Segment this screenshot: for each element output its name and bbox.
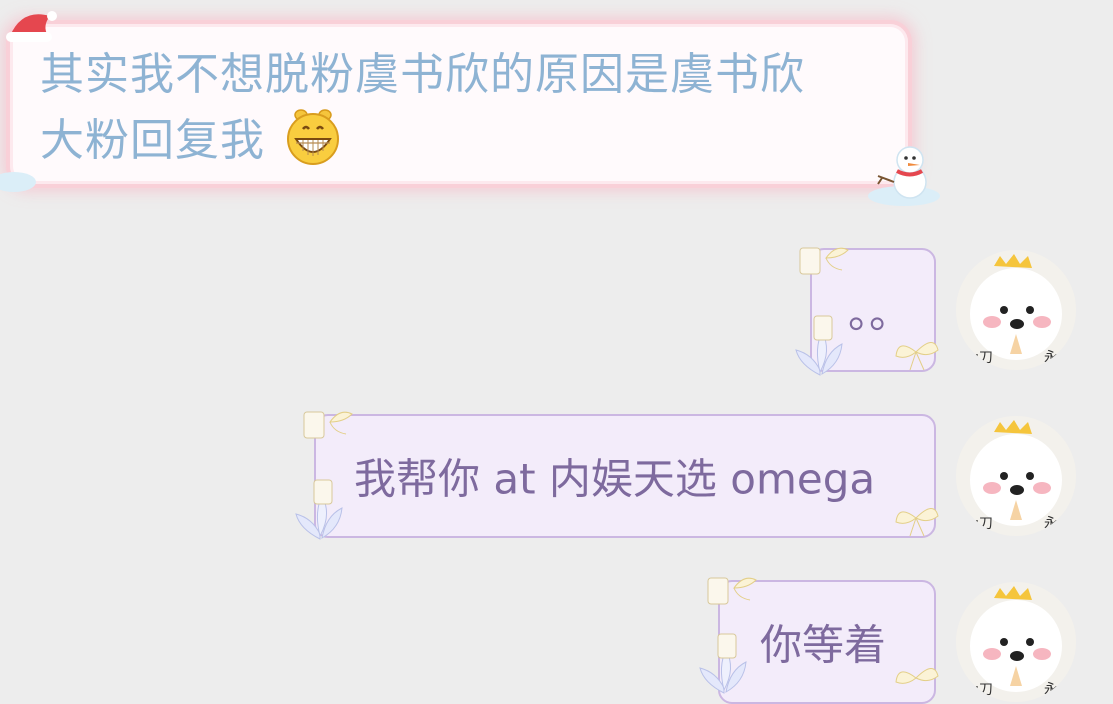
- outgoing-text: 我帮你 at 内娱天选 omega: [354, 454, 876, 504]
- lily-flower-icon: [290, 474, 356, 548]
- bow-ribbon-icon: [704, 570, 764, 614]
- incoming-message: 其实我不想脱粉虞书欣的原因是虞书欣 大粉回复我: [0, 11, 940, 206]
- chat-view: 其实我不想脱粉虞书欣的原因是虞书欣 大粉回复我 。。 ɑ刀 永 我帮你 at 内…: [0, 0, 1113, 704]
- svg-text:永: 永: [1044, 516, 1058, 532]
- svg-text:永: 永: [1044, 350, 1058, 366]
- bow-ribbon-icon: [892, 330, 942, 378]
- incoming-line-2: 大粉回复我: [40, 115, 265, 166]
- incoming-bubble[interactable]: 其实我不想脱粉虞书欣的原因是虞书欣 大粉回复我: [6, 20, 912, 188]
- santa-hat-icon: [2, 6, 62, 50]
- bow-ribbon-icon: [892, 496, 942, 544]
- outgoing-bubble[interactable]: 我帮你 at 内娱天选 omega: [314, 414, 936, 538]
- svg-text:ɑ刀: ɑ刀: [970, 350, 993, 366]
- snowman-icon: [864, 138, 944, 212]
- avatar[interactable]: ɑ刀 永: [956, 416, 1076, 536]
- lily-flower-icon: [790, 310, 856, 384]
- incoming-text: 其实我不想脱粉虞书欣的原因是虞书欣 大粉回复我: [40, 42, 900, 184]
- grin-emoji-icon: [286, 109, 340, 184]
- avatar[interactable]: ɑ刀 永: [956, 582, 1076, 702]
- outgoing-message: 我帮你 at 内娱天选 omega: [312, 414, 936, 538]
- incoming-line-1: 其实我不想脱粉虞书欣的原因是虞书欣: [40, 49, 805, 100]
- bow-ribbon-icon: [892, 656, 942, 698]
- snow-drift-icon: [0, 164, 44, 198]
- avatar[interactable]: ɑ刀 永: [956, 250, 1076, 370]
- bow-ribbon-icon: [796, 240, 856, 284]
- bow-ribbon-icon: [300, 404, 360, 448]
- svg-text:永: 永: [1044, 682, 1058, 698]
- lily-flower-icon: [694, 628, 760, 702]
- svg-text:ɑ刀: ɑ刀: [970, 682, 993, 698]
- outgoing-text: 你等着: [760, 620, 887, 670]
- svg-text:ɑ刀: ɑ刀: [970, 516, 993, 532]
